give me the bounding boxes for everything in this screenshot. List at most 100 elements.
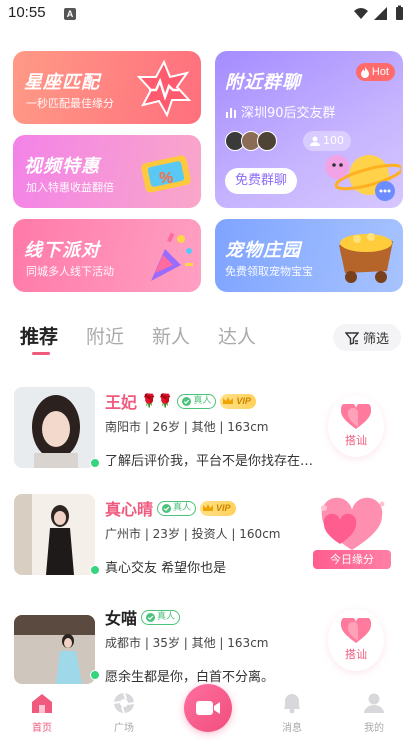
- free-group-chat-button[interactable]: 免费群聊: [225, 168, 298, 194]
- party-popper-icon: [151, 232, 193, 281]
- real-person-badge: 真人: [157, 500, 197, 516]
- check-shield-icon: [182, 396, 192, 406]
- greet-label: 搭讪: [345, 434, 367, 447]
- pet-manor-card[interactable]: 宠物庄园 免费领取宠物宝宝: [215, 219, 403, 292]
- pet-manor-title: 宠物庄园: [225, 240, 301, 261]
- star-match-subtitle: 一秒匹配最佳缘分: [26, 97, 114, 110]
- online-status-dot: [90, 458, 100, 468]
- nav-home[interactable]: 首页: [12, 692, 72, 734]
- signal-battery-icons: [354, 5, 403, 20]
- heart-icon: [341, 404, 371, 429]
- user-info: 广州市 | 23岁 | 投资人 | 160cm: [105, 527, 281, 541]
- video-deal-title: 视频特惠: [24, 156, 100, 177]
- online-status-dot: [90, 565, 100, 575]
- hot-badge: Hot: [355, 63, 395, 81]
- person-icon: [310, 136, 320, 146]
- list-item[interactable]: 真心晴 真人 VIP 广州市 | 23岁 | 投资人 | 160cm 真心交友 …: [0, 494, 416, 594]
- nearby-group-title: 附近群聊: [225, 72, 301, 93]
- offline-party-card[interactable]: 线下派对 同城多人线下活动: [13, 219, 201, 292]
- user-name: 王妃: [105, 393, 138, 412]
- crown-icon: [223, 397, 234, 404]
- user-photo[interactable]: [14, 615, 95, 684]
- hot-label: Hot: [371, 66, 389, 78]
- member-avatars: [225, 131, 277, 151]
- star-match-card[interactable]: 星座匹配 一秒匹配最佳缘分: [13, 51, 201, 124]
- planet-mascot-icon: [325, 155, 401, 201]
- user-bio: 愿余生都是你，白首不分离。: [105, 670, 275, 685]
- nav-plaza-label: 广场: [114, 723, 134, 734]
- nav-home-label: 首页: [32, 723, 52, 734]
- home-icon: [32, 694, 52, 713]
- tab-recommend[interactable]: 推荐: [20, 322, 58, 349]
- status-time: 10:55: [8, 4, 46, 21]
- discount-ticket-icon: %: [141, 155, 191, 193]
- list-item[interactable]: 王妃 🌹🌹 真人 VIP 南阳市 | 26岁 | 其他 | 163cm 了解后评…: [0, 387, 416, 487]
- greet-button[interactable]: 搭讪: [328, 609, 384, 671]
- check-shield-icon: [162, 503, 172, 513]
- vip-badge: VIP: [220, 393, 256, 409]
- aperture-icon: [113, 692, 135, 714]
- user-name-line: 真心晴 真人 VIP: [105, 496, 236, 520]
- user-bio: 真心交友 希望你也是: [105, 561, 227, 576]
- cell-signal-icon: [374, 7, 387, 20]
- video-deal-subtitle: 加入特惠收益翻倍: [26, 181, 114, 194]
- heart-icon: [341, 618, 371, 643]
- feed-tabs: 推荐 附近 新人 达人: [20, 322, 256, 349]
- user-name-line: 王妃 🌹🌹 真人 VIP: [105, 389, 256, 413]
- user-bio: 了解后评价我，平台不是你找存在…: [105, 454, 314, 469]
- online-status-dot: [90, 670, 100, 680]
- nav-messages[interactable]: 消息: [262, 692, 322, 734]
- check-shield-icon: [146, 612, 156, 622]
- video-call-button[interactable]: [184, 684, 232, 732]
- greet-button[interactable]: 搭讪: [328, 395, 384, 457]
- avatar: [257, 131, 277, 151]
- real-person-badge: 真人: [141, 609, 181, 625]
- real-person-badge: 真人: [177, 393, 217, 409]
- tab-nearby[interactable]: 附近: [86, 322, 124, 349]
- video-camera-icon: [196, 701, 220, 715]
- status-bar: 10:55 A: [0, 0, 416, 30]
- hearts-icon: [321, 497, 385, 550]
- nav-plaza[interactable]: 广场: [94, 692, 154, 734]
- star-wave-icon: [136, 59, 192, 117]
- bar-chart-icon: [226, 107, 236, 118]
- star-match-title: 星座匹配: [24, 72, 100, 93]
- filter-button[interactable]: 筛选: [333, 324, 401, 351]
- tab-expert[interactable]: 达人: [218, 322, 256, 349]
- svg-text:%: %: [159, 170, 173, 187]
- offline-party-subtitle: 同城多人线下活动: [26, 265, 114, 278]
- user-name-line: 女喵 真人: [105, 605, 181, 629]
- group-name: 深圳90后交友群: [241, 106, 336, 121]
- vip-badge: VIP: [200, 500, 236, 516]
- greet-label: 搭讪: [345, 648, 367, 661]
- nav-mine-label: 我的: [364, 723, 384, 734]
- notification-icon: A: [64, 8, 76, 20]
- offline-party-title: 线下派对: [24, 240, 100, 261]
- filter-label: 筛选: [362, 332, 389, 347]
- battery-icon: [396, 7, 403, 20]
- active-tab-indicator: [32, 352, 50, 355]
- tab-new[interactable]: 新人: [152, 322, 190, 349]
- bell-icon: [284, 694, 300, 714]
- user-photo[interactable]: [14, 387, 95, 468]
- video-deal-card[interactable]: 视频特惠 加入特惠收益翻倍 %: [13, 135, 201, 208]
- filter-icon: [344, 331, 359, 345]
- nav-messages-label: 消息: [282, 723, 302, 734]
- gold-cart-icon: [339, 233, 393, 283]
- fire-icon: [360, 66, 369, 78]
- group-name-row: 深圳90后交友群: [225, 102, 336, 121]
- user-name: 女喵: [105, 609, 138, 628]
- crown-icon: [203, 504, 214, 511]
- bottom-nav: 首页 广场 消息 我的: [0, 684, 416, 741]
- user-name: 真心晴: [105, 500, 154, 519]
- pet-manor-subtitle: 免费领取宠物宝宝: [225, 265, 313, 278]
- user-photo[interactable]: [14, 494, 95, 575]
- nav-mine[interactable]: 我的: [344, 692, 404, 734]
- user-info: 成都市 | 35岁 | 其他 | 163cm: [105, 636, 269, 650]
- today-fate-label: 今日缘分: [313, 550, 391, 569]
- rose-icons: 🌹🌹: [141, 393, 174, 409]
- user-icon: [364, 693, 384, 713]
- user-info: 南阳市 | 26岁 | 其他 | 163cm: [105, 420, 269, 434]
- nearby-group-card[interactable]: 附近群聊 Hot 深圳90后交友群 100 免费群聊: [215, 51, 403, 208]
- wifi-icon: [354, 8, 368, 19]
